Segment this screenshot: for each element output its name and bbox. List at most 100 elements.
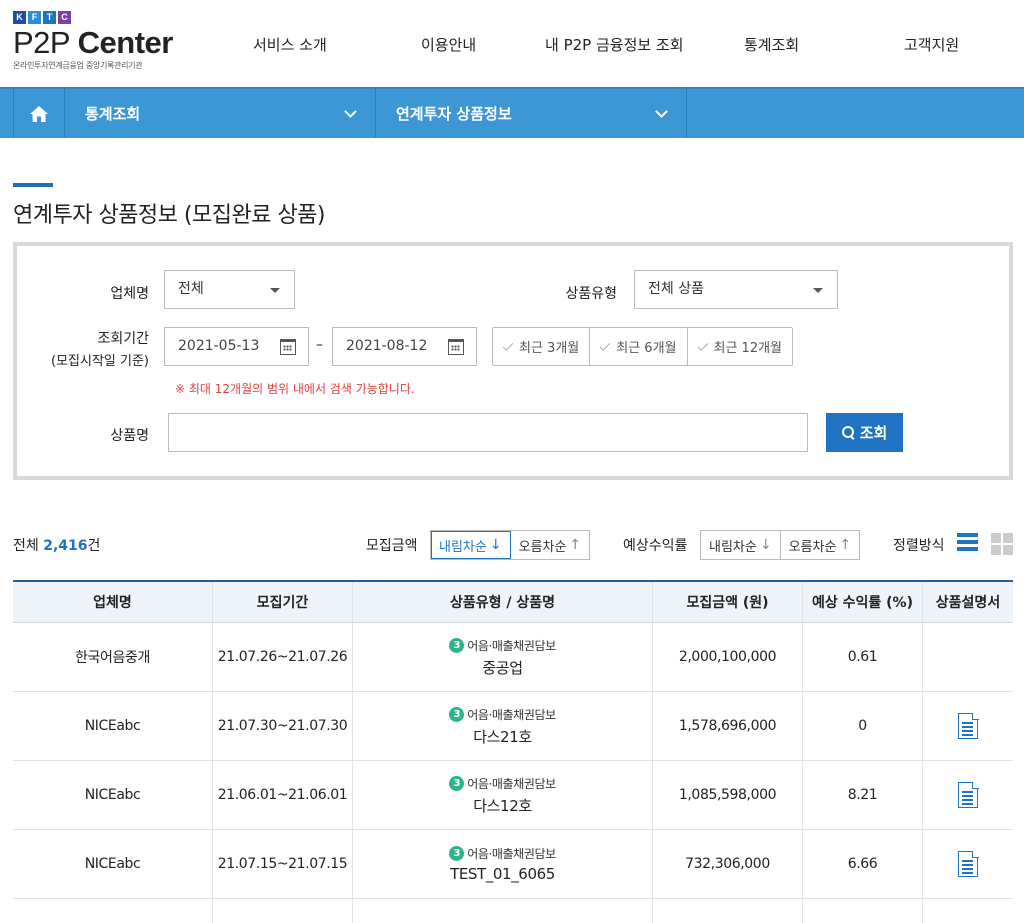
range-label: 최근 12개월 (713, 341, 783, 356)
cell-amount: 1,085,598,000 (653, 761, 803, 829)
table-row[interactable]: 한국어음중개 21.07.26~21.07.26 3 어음·매출채권담보 중공업… (13, 623, 1013, 692)
period-label: 조회기간 (97, 331, 149, 347)
cell-amount (653, 899, 803, 923)
table-header: 업체명 모집기간 상품유형 / 상품명 모집금액 (원) 예상 수익률 (%) … (13, 580, 1013, 623)
kftc-letters: K F T C (13, 11, 183, 24)
site-header: K F T C P2P Center 온라인투자연계금융업 중앙기록관리기관 서… (0, 0, 1024, 87)
caret-down-icon (813, 288, 823, 293)
document-icon[interactable] (958, 850, 979, 877)
product-name-input[interactable] (168, 413, 808, 452)
breadcrumb-statistics[interactable]: 통계조회 (65, 89, 376, 138)
sort-label: 내림차순 (439, 539, 487, 555)
cell-rate: 0.61 (803, 623, 923, 691)
arrow-down-icon: ↓ (759, 537, 772, 553)
range-12-months-button[interactable]: 최근 12개월 (688, 328, 793, 365)
product-type-text: 어음·매출채권담보 (467, 707, 556, 722)
sort-label: 오름차순 (518, 539, 567, 555)
cell-period: 21.07.15~21.07.15 (213, 830, 353, 898)
company-select-value: 전체 (178, 281, 204, 297)
gnb-statistics[interactable]: 통계조회 (744, 34, 799, 55)
cell-period: 21.07.26~21.07.26 (213, 623, 353, 691)
check-icon (502, 339, 514, 351)
logo-subtitle: 온라인투자연계금융업 중앙기록관리기관 (13, 61, 143, 70)
cell-amount: 2,000,100,000 (653, 623, 803, 691)
product-type-badge: 3 (449, 706, 465, 722)
table-row[interactable]: NICEabc 21.07.15~21.07.15 3 어음·매출채권담보 TE… (13, 830, 1013, 899)
table-row[interactable]: NICEabc 21.07.30~21.07.30 3 어음·매출채권담보 다스… (13, 692, 1013, 761)
calendar-icon[interactable] (280, 339, 296, 355)
chevron-down-icon (344, 105, 357, 118)
product-name[interactable]: 중공업 (482, 657, 523, 678)
gnb-support[interactable]: 고객지원 (904, 34, 959, 55)
product-type-select[interactable]: 전체 상품 (634, 270, 838, 309)
product-name[interactable]: 다스12호 (473, 795, 532, 816)
calendar-icon[interactable] (448, 339, 464, 355)
cell-company: NICEabc (13, 761, 213, 829)
rate-asc-button[interactable]: 오름차순 ↑ (781, 531, 860, 559)
col-doc: 상품설명서 (935, 595, 1001, 611)
date-to-value: 2021-08-12 (346, 338, 428, 354)
view-mode-label: 정렬방식 (893, 538, 945, 554)
page-title: 연계투자 상품정보 (모집완료 상품) (13, 203, 326, 228)
home-icon (30, 105, 48, 122)
cell-product: 2 부동산담보 (353, 899, 653, 923)
range-notice: ※ 최대 12개월의 범위 내에서 검색 가능합니다. (175, 382, 415, 396)
table-row[interactable]: NICEabc 21.06.01~21.06.01 3 어음·매출채권담보 다스… (13, 761, 1013, 830)
cell-rate: 8.21 (803, 761, 923, 829)
product-name[interactable]: TEST_01_6065 (450, 865, 555, 883)
product-type-select-value: 전체 상품 (648, 281, 704, 297)
arrow-up-icon: ↑ (569, 537, 582, 553)
amount-desc-button[interactable]: 내림차순 ↓ (431, 531, 511, 559)
cell-doc (923, 623, 1013, 691)
table-row[interactable]: 2 부동산담보 (13, 899, 1013, 923)
product-type: 3 어음·매출채권담보 (449, 637, 556, 654)
cell-company (13, 899, 213, 923)
amount-sort-label: 모집금액 (366, 538, 418, 554)
product-type: 3 어음·매출채권담보 (449, 775, 556, 792)
check-icon (697, 339, 708, 351)
gnb-service-intro[interactable]: 서비스 소개 (253, 34, 327, 55)
cell-rate: 0 (803, 692, 923, 760)
kftc-letter: T (43, 11, 56, 24)
arrow-up-icon: ↑ (839, 537, 852, 553)
product-type-badge: 3 (449, 637, 465, 653)
rate-desc-button[interactable]: 내림차순 ↓ (701, 531, 781, 559)
site-logo[interactable]: K F T C P2P Center 온라인투자연계금융업 중앙기록관리기관 (13, 11, 183, 77)
product-name[interactable]: 다스21호 (473, 726, 532, 747)
search-button-label: 조회 (859, 424, 888, 442)
breadcrumb-product-info[interactable]: 연계투자 상품정보 (376, 89, 687, 138)
range-6-months-button[interactable]: 최근 6개월 (590, 328, 688, 365)
amount-asc-button[interactable]: 오름차순 ↑ (511, 531, 590, 559)
product-type-text: 어음·매출채권담보 (467, 638, 556, 653)
col-period: 모집기간 (213, 582, 353, 622)
title-accent-bar (13, 183, 53, 187)
list-view-icon[interactable] (957, 533, 978, 554)
date-from-input[interactable]: 2021-05-13 (164, 327, 309, 366)
col-company: 업체명 (13, 582, 213, 622)
check-icon (599, 339, 611, 351)
cell-doc (923, 692, 1013, 760)
cell-company: 한국어음중개 (13, 623, 213, 691)
product-type: 3 어음·매출채권담보 (449, 845, 556, 862)
cell-company: NICEabc (13, 830, 213, 898)
search-button[interactable]: 조회 (826, 413, 903, 452)
sub-navigation: 통계조회 연계투자 상품정보 (0, 87, 1024, 138)
home-button[interactable] (13, 89, 65, 138)
range-3-months-button[interactable]: 최근 3개월 (493, 328, 591, 365)
gnb-my-info[interactable]: 내 P2P 금융정보 조회 (545, 34, 684, 55)
grid-view-icon[interactable] (991, 533, 1013, 555)
product-type-badge: 3 (449, 846, 465, 861)
document-icon[interactable] (958, 712, 979, 739)
range-label: 최근 3개월 (519, 341, 580, 356)
gnb-usage-guide[interactable]: 이용안내 (421, 34, 476, 55)
company-select[interactable]: 전체 (164, 270, 295, 309)
product-type-badge: 3 (449, 775, 465, 791)
caret-down-icon (270, 288, 280, 293)
cell-company: NICEabc (13, 692, 213, 760)
arrow-down-icon: ↓ (489, 537, 502, 553)
document-icon[interactable] (958, 781, 979, 808)
product-type-text: 어음·매출채권담보 (467, 847, 556, 861)
date-to-input[interactable]: 2021-08-12 (332, 327, 477, 366)
kftc-letter: F (28, 11, 41, 24)
cell-product: 3 어음·매출채권담보 중공업 (353, 623, 653, 691)
